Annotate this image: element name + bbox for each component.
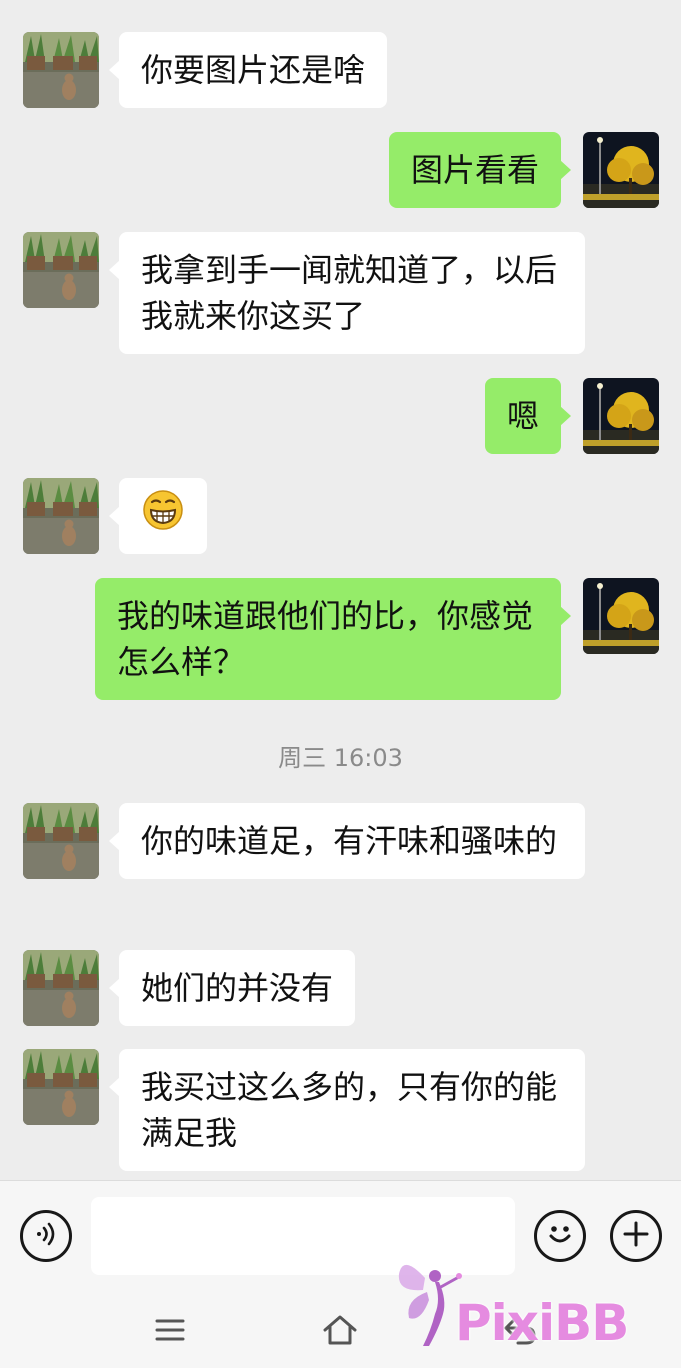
message-text: 嗯 [506,397,539,435]
message-text: 图片看看 [410,151,539,189]
home-icon [320,1315,360,1354]
message-bubble-outgoing[interactable]: 图片看看 [388,132,572,208]
voice-input-button[interactable] [20,1210,72,1262]
contact-avatar[interactable] [23,32,99,108]
message-bubble-incoming[interactable] [109,478,207,554]
menu-icon [150,1319,190,1354]
home-button[interactable] [320,1310,360,1350]
my-avatar[interactable] [583,378,659,454]
message-list[interactable]: 你要图片还是啥 图片看看 我拿到手一闻就知道了，以后我就来你这买了 嗯 我的味道… [0,0,681,1180]
watermark: PixiBB [395,1248,675,1360]
message-bubble-incoming[interactable]: 我买过这么多的，只有你的能满足我 [109,1049,585,1171]
my-avatar[interactable] [583,578,659,654]
message-timestamp: 周三 16:03 [278,744,403,772]
message-bubble-incoming[interactable]: 她们的并没有 [108,950,356,1026]
message-text: 你的味道足，有汗味和骚味的 [141,822,558,860]
message-text: 我买过这么多的，只有你的能满足我 [141,1068,558,1152]
message-text: 我的味道跟他们的比，你感觉怎么样？ [117,597,534,681]
message-bubble-incoming[interactable]: 你的味道足，有汗味和骚味的 [109,803,585,879]
message-text: 她们的并没有 [141,969,334,1007]
contact-avatar[interactable] [23,1049,99,1125]
grinning-face-emoji [142,489,184,543]
contact-avatar[interactable] [23,950,99,1026]
menu-button[interactable] [150,1310,190,1350]
message-bubble-outgoing[interactable]: 我的味道跟他们的比，你感觉怎么样？ [95,578,571,700]
watermark-text: PixiBB [455,1294,629,1352]
message-text: 我拿到手一闻就知道了，以后我就来你这买了 [141,251,558,335]
chat-screen: 你要图片还是啥 图片看看 我拿到手一闻就知道了，以后我就来你这买了 嗯 我的味道… [0,0,681,1368]
message-bubble-outgoing[interactable]: 嗯 [484,378,572,454]
voice-wave-icon [31,1219,61,1253]
my-avatar[interactable] [583,132,659,208]
contact-avatar[interactable] [23,232,99,308]
message-bubble-incoming[interactable]: 我拿到手一闻就知道了，以后我就来你这买了 [109,232,585,354]
message-text: 你要图片还是啥 [141,51,366,89]
message-bubble-incoming[interactable]: 你要图片还是啥 [108,32,388,108]
contact-avatar[interactable] [23,803,99,879]
contact-avatar[interactable] [23,478,99,554]
